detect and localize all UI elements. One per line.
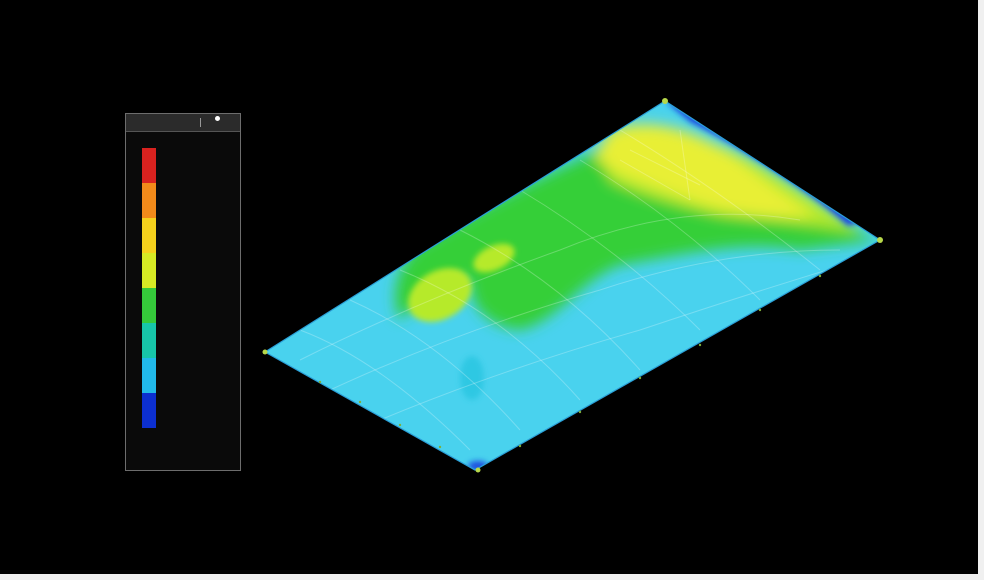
contour-plot[interactable] <box>0 0 978 574</box>
results-viewport[interactable] <box>0 0 978 574</box>
blue-spot <box>460 356 484 400</box>
plate-surface <box>265 101 880 470</box>
